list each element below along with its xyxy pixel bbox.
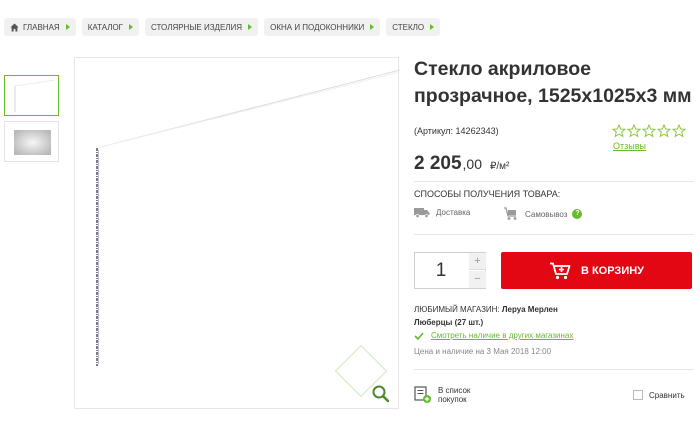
breadcrumb-label: Каталог <box>87 22 124 32</box>
star-icon <box>672 124 686 138</box>
check-icon <box>414 331 424 340</box>
delivery-heading: Способы получения товара: <box>414 189 561 199</box>
breadcrumb-label: Окна и подоконники <box>270 22 365 32</box>
breadcrumb-label: Столярные изделия <box>151 22 243 32</box>
product-main-image[interactable] <box>74 57 400 409</box>
breadcrumb: Главная Каталог Столярные изделия Окна и… <box>4 18 441 36</box>
cart-icon <box>549 262 571 279</box>
shopping-list-label-line1: В список <box>438 386 471 395</box>
price-availability-timestamp: Цена и наличие на 3 Мая 2018 12:00 <box>414 347 552 356</box>
star-icon <box>657 124 671 138</box>
chevron-right-icon <box>370 24 375 30</box>
divider <box>414 369 694 370</box>
shopping-list-label-line2: покупок <box>438 395 467 404</box>
compare-toggle[interactable]: Сравнить <box>633 390 685 400</box>
rating-stars[interactable] <box>612 124 686 138</box>
reviews-link[interactable]: Отзывы <box>613 141 646 151</box>
product-photo <box>96 69 400 398</box>
thumbnail-2[interactable] <box>4 121 59 162</box>
delivery-option[interactable]: Доставка <box>414 207 470 218</box>
home-icon <box>10 22 19 32</box>
thumbnail-1[interactable] <box>4 75 59 116</box>
thumbnail-image <box>14 79 56 112</box>
quantity-decrease-button[interactable]: − <box>469 271 486 288</box>
truck-icon <box>414 208 430 218</box>
add-to-cart-label: В корзину <box>580 264 645 277</box>
star-icon <box>612 124 626 138</box>
favorite-store: ЛЮБИМЫЙ МАГАЗИН: Леруа Мерлен Люберцы (2… <box>414 303 594 329</box>
add-to-cart-button[interactable]: В корзину <box>501 252 692 289</box>
divider <box>414 234 694 235</box>
chevron-right-icon <box>430 24 435 30</box>
compare-label: Сравнить <box>649 390 685 400</box>
breadcrumb-label: Главная <box>23 22 60 32</box>
quantity-stepper[interactable]: 1 + − <box>414 252 486 289</box>
compare-checkbox[interactable] <box>633 390 643 400</box>
shopping-list-icon <box>414 386 431 403</box>
product-sku: (Артикул: 14262343) <box>414 126 499 136</box>
shopping-list-label: В список покупок <box>438 386 470 404</box>
help-icon[interactable]: ? <box>572 209 583 219</box>
breadcrumb-windows[interactable]: Окна и подоконники <box>264 18 381 36</box>
thumbnail-image <box>14 130 51 155</box>
star-icon <box>627 124 641 138</box>
other-stores-link[interactable]: Смотреть наличие в других магазинах <box>431 331 573 340</box>
divider <box>414 181 694 182</box>
pickup-label: Самовывоз <box>525 209 568 219</box>
zoom-icon[interactable] <box>371 384 391 404</box>
breadcrumb-home[interactable]: Главная <box>4 18 76 36</box>
price-unit: ₽/м² <box>490 161 510 172</box>
quantity-increase-button[interactable]: + <box>469 253 486 270</box>
breadcrumb-joinery[interactable]: Столярные изделия <box>145 18 259 36</box>
add-to-shopping-list-button[interactable]: В список покупок <box>414 386 470 404</box>
quantity-input[interactable]: 1 <box>415 253 467 288</box>
breadcrumb-catalog[interactable]: Каталог <box>81 18 140 36</box>
chevron-right-icon <box>65 24 70 30</box>
chevron-right-icon <box>248 24 253 30</box>
product-title: Стекло акриловое прозрачное, 1525x1025x3… <box>414 58 692 107</box>
favorite-store-label: ЛЮБИМЫЙ МАГАЗИН: <box>414 305 500 314</box>
delivery-label: Доставка <box>436 208 471 217</box>
breadcrumb-label: Стекло <box>392 22 425 32</box>
star-icon <box>642 124 656 138</box>
price-cents: ,00 <box>462 156 483 172</box>
other-stores-availability[interactable]: Смотреть наличие в других магазинах <box>414 331 573 340</box>
pickup-option[interactable]: Самовывоз ? <box>503 207 583 221</box>
breadcrumb-glass[interactable]: Стекло <box>386 18 441 36</box>
chevron-right-icon <box>129 24 134 30</box>
price-main: 2 205 <box>414 153 462 174</box>
product-price: 2 205 ,00 ₽/м² <box>414 153 509 175</box>
pickup-cart-icon <box>504 207 517 220</box>
